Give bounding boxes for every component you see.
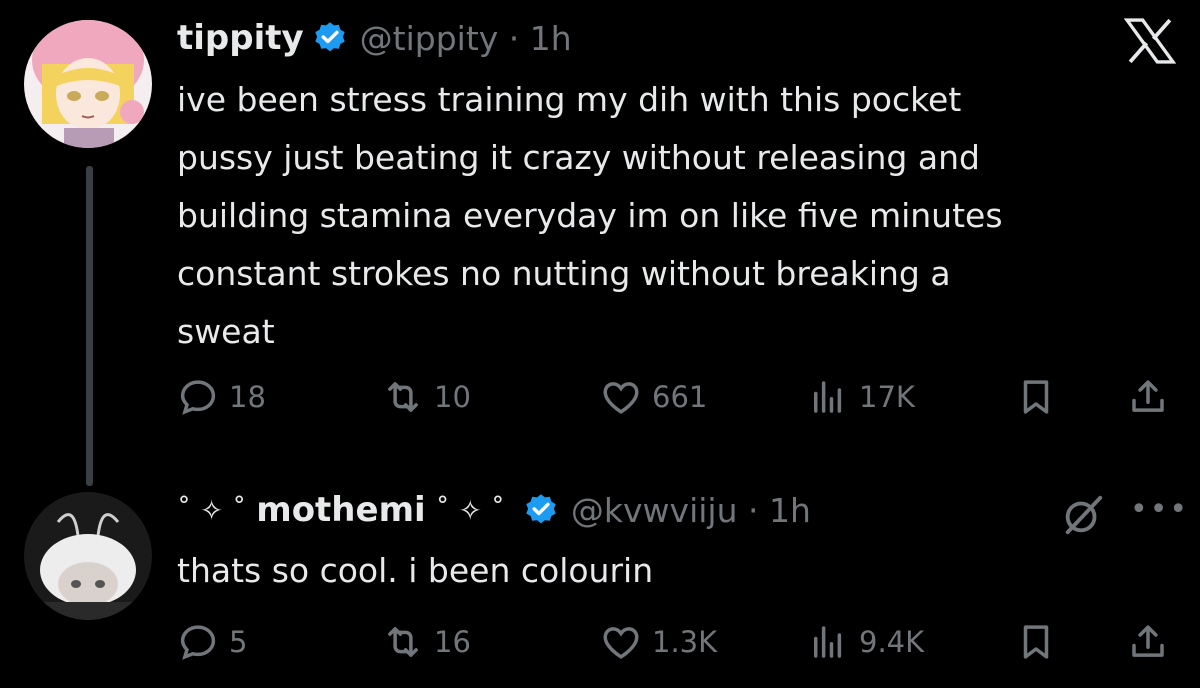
views-button[interactable]: 17K [807, 373, 915, 421]
heart-icon [603, 382, 639, 414]
share-button[interactable] [1127, 618, 1169, 666]
handle-timestamp[interactable]: @tippity · 1h [360, 19, 572, 58]
reply-button[interactable]: 5 [177, 618, 247, 666]
like-count: 1.3K [652, 625, 718, 659]
avatar-mothemi[interactable] [24, 492, 152, 620]
retweet-button[interactable]: 16 [382, 618, 471, 666]
retweet-count: 10 [434, 380, 471, 414]
share-icon [1132, 380, 1164, 412]
verified-badge-icon [526, 494, 556, 524]
retweet-icon [388, 627, 418, 657]
more-icon[interactable]: ••• [1130, 492, 1189, 527]
views-count: 9.4K [859, 625, 925, 659]
name-sparkle-right: ˚ ✧ ˚ [435, 493, 505, 527]
share-icon [1132, 625, 1164, 657]
like-count: 661 [652, 380, 708, 414]
tweet-header: tippity @tippity · 1h [177, 18, 572, 58]
retweet-count: 16 [434, 625, 471, 659]
tweet-text: ive been stress training my dih with thi… [177, 80, 1003, 351]
avatar-tippity[interactable] [24, 20, 152, 148]
like-button[interactable]: 1.3K [600, 618, 717, 666]
tweet-actions: 18 10 661 17K [177, 373, 1177, 421]
reply-count: 5 [229, 625, 248, 659]
tweet-text: thats so cool. i been colourin [177, 551, 654, 590]
display-name[interactable]: tippity [177, 18, 304, 58]
heart-icon [603, 627, 639, 659]
bookmark-button[interactable] [1015, 618, 1057, 666]
x-logo-icon [1124, 18, 1176, 64]
views-count: 17K [859, 380, 915, 414]
like-button[interactable]: 661 [600, 373, 707, 421]
name-sparkle-left: ˚ ✧ ˚ [177, 493, 247, 527]
bookmark-icon [1023, 625, 1049, 659]
tweet-header: ˚ ✧ ˚ mothemi ˚ ✧ ˚ @kvwviiju · 1h [177, 490, 811, 530]
views-button[interactable]: 9.4K [807, 618, 924, 666]
retweet-button[interactable]: 10 [382, 373, 471, 421]
reply-count: 18 [229, 380, 266, 414]
bookmark-icon [1023, 380, 1049, 414]
views-icon [814, 626, 842, 658]
verified-badge-icon [314, 22, 345, 52]
reply-icon [180, 380, 216, 415]
share-button[interactable] [1127, 373, 1169, 421]
reply-button[interactable]: 18 [177, 373, 266, 421]
handle-timestamp[interactable]: @kvwviiju · 1h [571, 491, 811, 530]
grok-icon[interactable] [1060, 492, 1106, 538]
reply-icon [180, 625, 216, 660]
thread-connector-line [86, 166, 93, 486]
retweet-icon [388, 382, 418, 412]
bookmark-button[interactable] [1015, 373, 1057, 421]
tweet-actions: 5 16 1.3K 9.4K [177, 618, 1177, 666]
views-icon [814, 381, 842, 413]
display-name[interactable]: mothemi [256, 490, 425, 530]
